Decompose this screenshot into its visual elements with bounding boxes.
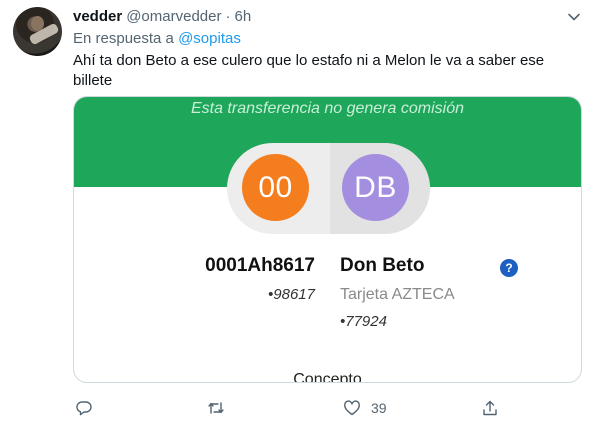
reply-button[interactable] <box>75 396 93 420</box>
tweet-header: vedder @omarvedder · 6h <box>73 8 251 28</box>
user-handle[interactable]: @omarvedder <box>126 8 221 25</box>
media-card[interactable]: Esta transferencia no genera comisión 00… <box>73 96 582 383</box>
to-masked-number: •77924 <box>340 313 387 330</box>
display-name[interactable]: vedder <box>73 8 122 25</box>
to-bank: Tarjeta AZTECA <box>340 286 455 303</box>
to-details: Don Beto Tarjeta AZTECA •77924 <box>340 255 455 330</box>
from-avatar-circle: 00 <box>242 154 309 221</box>
concept-label: Concepto <box>293 371 362 383</box>
caret-down-icon[interactable] <box>567 10 581 24</box>
like-icon <box>344 400 360 416</box>
to-name: Don Beto <box>340 255 425 276</box>
reply-to-link[interactable]: @sopitas <box>178 30 241 47</box>
retweet-button[interactable] <box>207 396 225 420</box>
from-masked-number: •98617 <box>268 286 315 303</box>
to-avatar-circle: DB <box>342 154 409 221</box>
timestamp[interactable]: 6h <box>234 8 251 25</box>
separator: · <box>225 8 231 25</box>
tweet-actions: 39 <box>0 396 596 422</box>
share-button[interactable] <box>481 396 499 420</box>
reply-context: En respuesta a @sopitas <box>73 30 241 47</box>
from-details: 0001Ah8617 •98617 <box>205 255 315 303</box>
like-count: 39 <box>371 400 387 416</box>
share-icon <box>483 400 497 416</box>
banner-text: Esta transferencia no genera comisión <box>190 100 465 117</box>
help-icon[interactable]: ? <box>500 259 518 277</box>
avatar[interactable] <box>13 7 62 56</box>
reply-icon <box>76 401 92 416</box>
from-account: 0001Ah8617 <box>205 255 315 276</box>
reply-prefix: En respuesta a <box>73 30 174 47</box>
retweet-icon <box>208 402 224 414</box>
like-button[interactable]: 39 <box>343 396 387 420</box>
tweet-text: Ahí ta don Beto a ese culero que lo esta… <box>73 52 545 89</box>
tweet[interactable]: vedder @omarvedder · 6h En respuesta a @… <box>0 0 596 426</box>
